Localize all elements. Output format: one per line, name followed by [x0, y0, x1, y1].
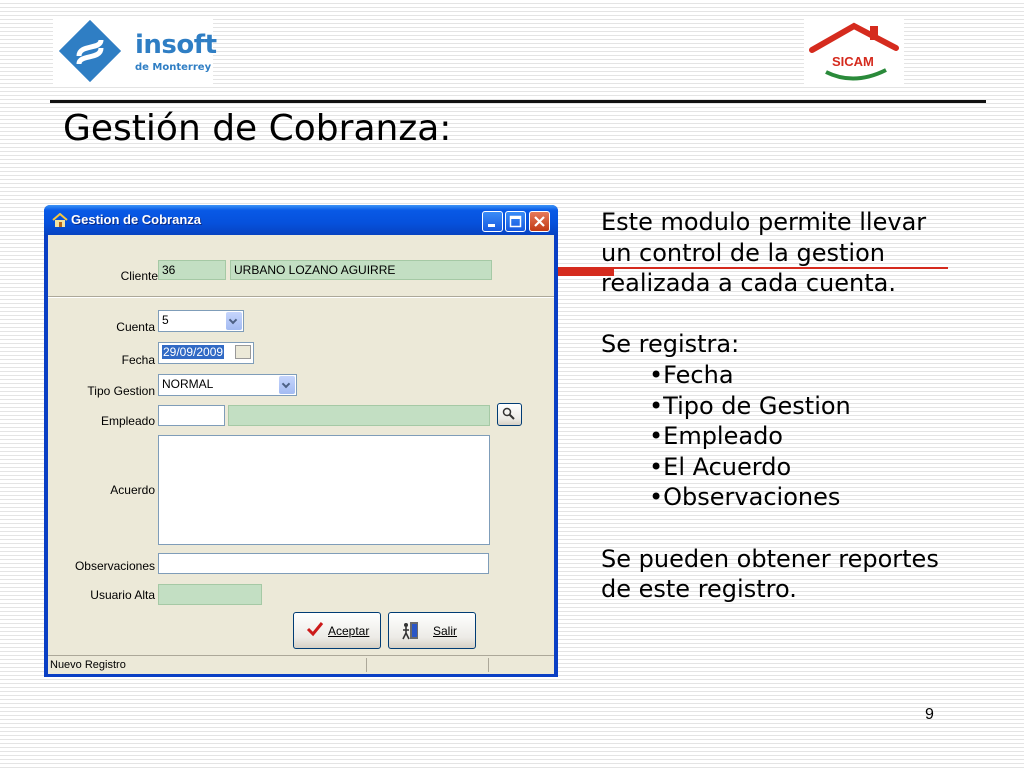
registra-list: •Fecha •Tipo de Gestion •Empleado •El Ac…	[601, 360, 941, 513]
usuario-alta-label: Usuario Alta	[90, 588, 155, 602]
maximize-icon	[509, 215, 522, 228]
insoft-logo-name: insoft	[135, 30, 217, 60]
sicam-logo-icon: SICAM	[809, 22, 899, 81]
tipo-gestion-label: Tipo Gestion	[87, 384, 155, 398]
list-item: •El Acuerdo	[649, 452, 792, 481]
search-empleado-button[interactable]	[497, 403, 522, 426]
page-number: 9	[925, 706, 934, 723]
gestion-cobranza-window: Gestion de Cobranza Cliente 36 URBANO LO…	[44, 205, 558, 677]
status-bar: Nuevo Registro	[48, 655, 554, 674]
empleado-id-input[interactable]	[158, 405, 225, 426]
description-intro: Este modulo permite llevar un control de…	[601, 208, 927, 298]
usuario-alta-field	[158, 584, 262, 605]
window-title: Gestion de Cobranza	[71, 212, 202, 227]
tipo-gestion-combo[interactable]: NORMAL	[158, 374, 297, 396]
description-text: Este modulo permite llevar un control de…	[601, 207, 941, 605]
header-rule	[50, 100, 986, 103]
list-item: •Fecha	[649, 360, 734, 389]
status-divider	[488, 658, 489, 672]
status-text: Nuevo Registro	[50, 659, 126, 671]
chevron-down-icon[interactable]	[279, 376, 295, 394]
chevron-down-icon[interactable]	[226, 312, 242, 330]
maximize-button[interactable]	[505, 211, 526, 232]
insoft-mark-icon	[59, 20, 121, 82]
window-titlebar[interactable]: Gestion de Cobranza	[44, 205, 558, 235]
observaciones-label: Observaciones	[74, 559, 155, 573]
tipo-gestion-value: NORMAL	[162, 377, 214, 391]
exit-door-icon	[402, 622, 418, 640]
empleado-name-field	[228, 405, 490, 426]
status-divider	[366, 658, 367, 672]
calendar-icon[interactable]	[235, 345, 251, 359]
cuenta-label: Cuenta	[116, 320, 155, 334]
fecha-date-picker[interactable]: 29/09/2009	[158, 342, 254, 364]
salir-button[interactable]: Salir	[388, 612, 476, 649]
checkmark-icon	[306, 622, 324, 637]
sicam-logo: SICAM	[804, 16, 904, 86]
fecha-label: Fecha	[121, 353, 155, 367]
cuenta-value: 5	[162, 313, 169, 327]
aceptar-label: Aceptar	[328, 624, 370, 638]
aceptar-button[interactable]: Aceptar	[293, 612, 381, 649]
insoft-logo: insoft de Monterrey	[53, 16, 217, 86]
svg-text:SICAM: SICAM	[832, 54, 874, 69]
window-client-area: Cliente 36 URBANO LOZANO AGUIRRE Cuenta …	[48, 235, 554, 674]
acuerdo-label: Acuerdo	[110, 483, 155, 497]
list-item: •Observaciones	[649, 483, 841, 512]
minimize-icon	[488, 224, 495, 227]
insoft-logo-subtitle: de Monterrey	[135, 62, 212, 73]
fecha-value: 29/09/2009	[162, 345, 225, 359]
close-button[interactable]	[529, 211, 550, 232]
section-separator	[48, 296, 554, 298]
salir-label: Salir	[433, 624, 458, 638]
observaciones-input[interactable]	[158, 553, 489, 574]
acuerdo-textarea[interactable]	[158, 435, 490, 545]
cuenta-combo[interactable]: 5	[158, 310, 244, 332]
description-outro: Se pueden obtener reportes de este regis…	[601, 544, 939, 604]
cliente-id-field: 36	[158, 260, 226, 280]
close-icon	[534, 216, 545, 227]
minimize-button[interactable]	[482, 211, 503, 232]
list-item: •Tipo de Gestion	[649, 391, 851, 420]
empleado-label: Empleado	[100, 414, 155, 428]
house-icon	[52, 213, 68, 227]
slide-title: Gestión de Cobranza:	[63, 108, 452, 149]
cliente-label: Cliente	[120, 269, 158, 283]
registra-heading: Se registra:	[601, 330, 740, 359]
cliente-name-field: URBANO LOZANO AGUIRRE	[230, 260, 492, 280]
list-item: •Empleado	[649, 422, 783, 451]
search-icon	[502, 407, 515, 420]
